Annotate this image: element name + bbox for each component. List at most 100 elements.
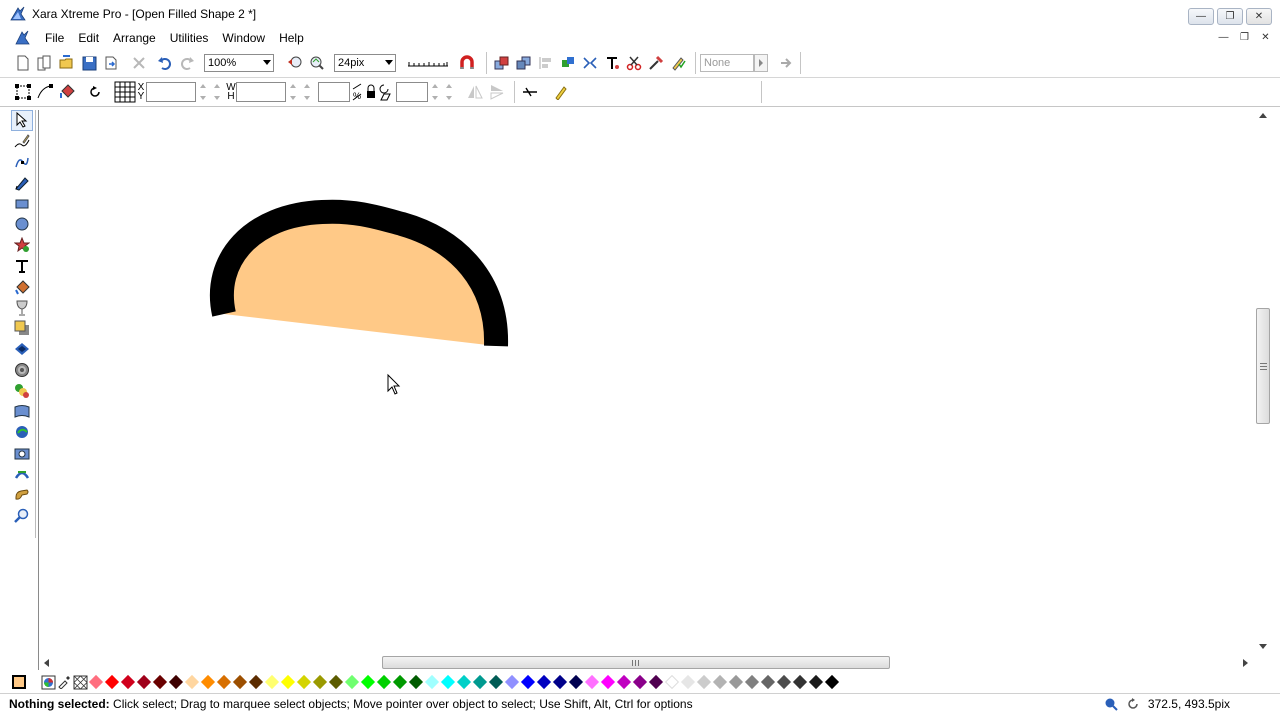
palette-color-swatch[interactable] (600, 674, 616, 690)
scroll-left-icon[interactable] (44, 659, 49, 667)
palette-color-swatch[interactable] (152, 674, 168, 690)
group-button[interactable] (557, 52, 579, 74)
feather-slider-button[interactable] (754, 54, 768, 72)
palette-color-swatch[interactable] (472, 674, 488, 690)
align-button[interactable] (535, 52, 557, 74)
xy-spinner[interactable] (196, 82, 210, 102)
feather-select[interactable]: None (700, 54, 754, 72)
flip-horizontal-button[interactable] (464, 81, 486, 103)
size-wh-field[interactable] (236, 82, 286, 102)
scale-field[interactable] (318, 82, 350, 102)
fill-tool[interactable] (11, 276, 33, 297)
palette-color-swatch[interactable] (456, 674, 472, 690)
wh-spinner[interactable] (286, 82, 300, 102)
maximize-button[interactable]: ❐ (1217, 8, 1243, 25)
ruler-toggle-button[interactable] (406, 52, 450, 74)
palette-color-swatch[interactable] (168, 674, 184, 690)
palette-color-swatch[interactable] (88, 674, 104, 690)
lock-aspect-button[interactable] (364, 81, 378, 103)
palette-color-swatch[interactable] (120, 674, 136, 690)
palette-color-swatch[interactable] (248, 674, 264, 690)
freehand-tool[interactable] (11, 131, 33, 152)
palette-color-swatch[interactable] (344, 674, 360, 690)
no-color-swatch[interactable] (72, 674, 88, 690)
palette-color-swatch[interactable] (776, 674, 792, 690)
flip-vertical-button[interactable] (486, 81, 508, 103)
palette-color-swatch[interactable] (760, 674, 776, 690)
palette-color-swatch[interactable] (376, 674, 392, 690)
canvas-drawing[interactable] (39, 108, 1255, 656)
color-picker-button[interactable] (40, 674, 56, 690)
palette-color-swatch[interactable] (280, 674, 296, 690)
save-button[interactable] (78, 52, 100, 74)
palette-color-swatch[interactable] (232, 674, 248, 690)
palette-color-swatch[interactable] (664, 674, 680, 690)
horizontal-scroll-thumb[interactable] (382, 656, 890, 669)
palette-color-swatch[interactable] (424, 674, 440, 690)
palette-color-swatch[interactable] (408, 674, 424, 690)
scroll-right-icon[interactable] (1243, 659, 1248, 667)
photo-tool[interactable] (11, 443, 33, 464)
doc-minimize-button[interactable]: — (1215, 30, 1232, 45)
text-tool[interactable] (11, 256, 33, 277)
snap-magnet-button[interactable] (456, 52, 478, 74)
menu-file[interactable]: File (38, 31, 71, 45)
palette-color-swatch[interactable] (744, 674, 760, 690)
palette-color-swatch[interactable] (312, 674, 328, 690)
scroll-up-icon[interactable] (1259, 113, 1267, 118)
vertical-scroll-thumb[interactable] (1256, 308, 1270, 424)
rotate-button[interactable] (84, 81, 106, 103)
zoom-tool[interactable] (11, 505, 33, 526)
delete-button[interactable] (128, 52, 150, 74)
bounds-handles-button[interactable] (12, 81, 34, 103)
drawing-canvas[interactable] (39, 108, 1255, 656)
minimize-button[interactable]: — (1188, 8, 1214, 25)
palette-color-swatch[interactable] (568, 674, 584, 690)
palette-color-swatch[interactable] (264, 674, 280, 690)
zoom-to-drawing-button[interactable] (306, 52, 328, 74)
palette-color-swatch[interactable] (392, 674, 408, 690)
fill-handles-button[interactable] (56, 81, 78, 103)
palette-color-swatch[interactable] (728, 674, 744, 690)
new-document-button[interactable] (12, 52, 34, 74)
new-from-template-button[interactable] (34, 52, 56, 74)
transparency-tool[interactable] (11, 297, 33, 318)
rotation-field[interactable] (396, 82, 428, 102)
apply-feather-button[interactable] (776, 52, 798, 74)
menu-arrange[interactable]: Arrange (106, 31, 163, 45)
rotation-spinner[interactable] (428, 82, 442, 102)
shape-editor-tool[interactable] (11, 152, 33, 173)
percent-toggle-button[interactable]: % (350, 81, 364, 103)
zoom-select[interactable]: 100% (204, 54, 274, 72)
import-button[interactable] (100, 52, 122, 74)
menu-window[interactable]: Window (215, 31, 272, 45)
rotate-skew-button[interactable] (378, 81, 392, 103)
rotate-handles-button[interactable] (34, 81, 56, 103)
palette-color-swatch[interactable] (680, 674, 696, 690)
position-xy-field[interactable] (146, 82, 196, 102)
document-icon[interactable] (14, 30, 32, 46)
horizontal-scrollbar[interactable] (39, 656, 1255, 670)
bevel-tool[interactable] (11, 339, 33, 360)
menu-edit[interactable]: Edit (71, 31, 106, 45)
wh-spinner-2[interactable] (300, 82, 314, 102)
xy-spinner-2[interactable] (210, 82, 224, 102)
ellipse-tool[interactable] (11, 214, 33, 235)
palette-color-swatch[interactable] (536, 674, 552, 690)
transform-lines-button[interactable] (519, 81, 541, 103)
quickshape-tool[interactable] (11, 235, 33, 256)
position-grid-button[interactable] (114, 81, 136, 103)
doc-close-button[interactable]: ✕ (1257, 30, 1274, 45)
palette-color-swatch[interactable] (520, 674, 536, 690)
vertical-scrollbar[interactable] (1255, 108, 1272, 656)
palette-color-swatch[interactable] (200, 674, 216, 690)
palette-color-swatch[interactable] (616, 674, 632, 690)
current-color-swatch[interactable] (10, 674, 28, 690)
text-on-path-button[interactable] (601, 52, 623, 74)
menu-utilities[interactable]: Utilities (163, 31, 216, 45)
palette-color-swatch[interactable] (216, 674, 232, 690)
options-button[interactable] (667, 52, 689, 74)
palette-color-swatch[interactable] (712, 674, 728, 690)
line-width-select[interactable]: 24pix (334, 54, 396, 72)
live-effects-tool[interactable] (11, 422, 33, 443)
